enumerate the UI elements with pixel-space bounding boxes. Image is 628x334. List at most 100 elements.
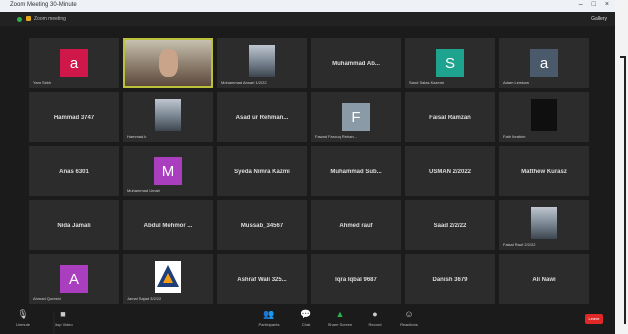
participant-name: Matthew Kurasz — [521, 168, 567, 175]
window-titlebar: Zoom Meeting 30-Minute – □ × — [0, 0, 615, 12]
participant-tile[interactable]: S Sand Salas Kazemi — [405, 38, 495, 88]
participant-name: Muhammad Ab... — [332, 60, 380, 67]
participant-name: USMAN 2/2022 — [428, 168, 472, 175]
participant-name: Syeda Nimra Kazmi — [234, 168, 290, 175]
share-screen-icon: ▲ — [335, 309, 345, 319]
participant-name: Ahmed rauf — [339, 222, 373, 229]
chat-icon: 💬 — [300, 309, 312, 319]
participant-tile[interactable]: USMAN 2/2022 — [405, 146, 495, 196]
participant-label: Fatir Ibrahim — [503, 134, 526, 139]
participant-tile[interactable]: Muhammad Ab... — [311, 38, 401, 88]
avatar: A — [60, 265, 88, 293]
annotation-bracket-right — [620, 56, 626, 324]
participant-label: Jamal Sajad 3/2/22 — [127, 296, 162, 301]
participant-tile[interactable]: a Yam Sekh — [29, 38, 119, 88]
reactions-button[interactable]: ☺ Reactions — [392, 309, 426, 327]
participant-tile[interactable]: Matthew Kurasz — [499, 146, 589, 196]
participants-button[interactable]: 👥 Participants — [252, 309, 286, 327]
participant-label: Muhammad Umair — [127, 188, 160, 193]
participant-name: Anas 6301 — [59, 168, 89, 175]
meeting-topbar: Zoom meeting Gallery — [0, 12, 615, 26]
participant-name: Iqra Iqbal 9687 — [335, 276, 377, 283]
participant-tile[interactable]: Hammad 3747 — [29, 92, 119, 142]
participant-tile[interactable]: Ali Nawi — [499, 254, 589, 304]
participant-label: Hammad.k — [127, 134, 147, 139]
participant-tile[interactable]: M Muhammad Umair — [123, 146, 213, 196]
participant-tile[interactable]: Muhammad Sub... — [311, 146, 401, 196]
participant-tile[interactable]: Asad ur Rehman... — [217, 92, 307, 142]
meeting-label: Zoom meeting — [34, 16, 66, 22]
camera-icon: ■ — [60, 309, 66, 319]
participant-name: Nida Jamali — [57, 222, 91, 229]
participant-label: Mohammad Ansari 1/2/22 — [221, 80, 267, 85]
participant-label: Yam Sekh — [33, 80, 52, 85]
participant-tile[interactable]: Iqra Iqbal 9687 — [311, 254, 401, 304]
stop-video-button[interactable]: ■ Stop Video — [46, 309, 80, 327]
annotation-bracket-left — [53, 313, 55, 334]
participant-label: Adam Lewkow — [503, 80, 530, 85]
view-switch-button[interactable]: Gallery — [591, 16, 607, 22]
participant-tile[interactable]: Hammad.k — [123, 92, 213, 142]
participant-tile[interactable]: Syeda Nimra Kazmi — [217, 146, 307, 196]
microphone-icon: 🎙 — [17, 309, 29, 319]
meeting-toolbar: 🎙 Unmute ■ Stop Video 👥 Participants 💬 C… — [0, 306, 615, 334]
avatar: S — [436, 49, 464, 77]
participant-tile[interactable]: Nida Jamali — [29, 200, 119, 250]
avatar: a — [60, 49, 88, 77]
reactions-icon: ☺ — [404, 309, 414, 319]
unmute-label: Unmute — [15, 322, 30, 327]
stop-video-label: Stop Video — [53, 322, 73, 327]
logo-image — [155, 261, 181, 293]
participant-tile[interactable]: F Fawad Farooq Rehan... — [311, 92, 401, 142]
participant-tile[interactable]: Ashraf Wali 325... — [217, 254, 307, 304]
participant-name: Asad ur Rehman... — [235, 114, 289, 121]
participant-name: Ali Nawi — [532, 276, 556, 283]
avatar: F — [342, 103, 370, 131]
participant-name: Ashraf Wali 325... — [237, 276, 287, 283]
participant-tile[interactable]: Danish 3679 — [405, 254, 495, 304]
security-shield-icon[interactable] — [26, 16, 31, 21]
participant-name: Saad 2/2/22 — [433, 222, 467, 229]
maximize-icon[interactable]: □ — [592, 1, 596, 8]
leave-button[interactable]: Leave — [585, 314, 603, 324]
participant-tile[interactable]: Jamal Sajad 3/2/22 — [123, 254, 213, 304]
participant-tile[interactable]: Ahmed rauf — [311, 200, 401, 250]
record-button[interactable]: ● Record — [358, 309, 392, 327]
participant-tile[interactable] — [123, 38, 213, 88]
chat-button[interactable]: 💬 Chat — [289, 309, 323, 327]
participant-name: Mussab_34567 — [240, 222, 284, 229]
participant-label: Faisal Rauf 2/2/22 — [503, 242, 536, 247]
zoom-window: Zoom Meeting 30-Minute – □ × Zoom meetin… — [0, 0, 615, 334]
record-label: Record — [368, 322, 382, 327]
participant-tile[interactable]: Saad 2/2/22 — [405, 200, 495, 250]
participant-label: Sand Salas Kazemi — [409, 80, 444, 85]
participant-tile[interactable]: Mohammad Ansari 1/2/22 — [217, 38, 307, 88]
participant-tile[interactable]: a Adam Lewkow — [499, 38, 589, 88]
chat-label: Chat — [301, 322, 311, 327]
window-controls: – □ × — [579, 1, 609, 8]
participant-video — [125, 40, 211, 86]
connection-status-icon[interactable] — [17, 17, 22, 22]
record-icon: ● — [372, 309, 378, 319]
avatar: M — [154, 157, 182, 185]
participant-tile[interactable]: Faisal Rauf 2/2/22 — [499, 200, 589, 250]
participant-video — [249, 45, 275, 77]
participant-name: Faisal Ramzan — [429, 114, 471, 121]
participant-video — [531, 99, 557, 131]
participant-tile[interactable]: Mussab_34567 — [217, 200, 307, 250]
unmute-button[interactable]: 🎙 Unmute — [6, 309, 40, 327]
window-title: Zoom Meeting 30-Minute — [10, 2, 77, 8]
share-screen-label: Share Screen — [327, 322, 353, 327]
participant-tile[interactable]: Anas 6301 — [29, 146, 119, 196]
participants-label: Participants — [258, 322, 280, 327]
minimize-icon[interactable]: – — [579, 1, 583, 8]
reactions-label: Reactions — [400, 322, 418, 327]
participant-tile[interactable]: Abdul Mehmor ... — [123, 200, 213, 250]
participant-tile[interactable]: A Ahmad Qureshi — [29, 254, 119, 304]
participant-tile[interactable]: Faisal Ramzan — [405, 92, 495, 142]
avatar: a — [530, 49, 558, 77]
participant-tile[interactable]: Fatir Ibrahim — [499, 92, 589, 142]
share-screen-button[interactable]: ▲ Share Screen — [323, 309, 357, 327]
participant-video — [531, 207, 557, 239]
close-icon[interactable]: × — [605, 1, 609, 8]
